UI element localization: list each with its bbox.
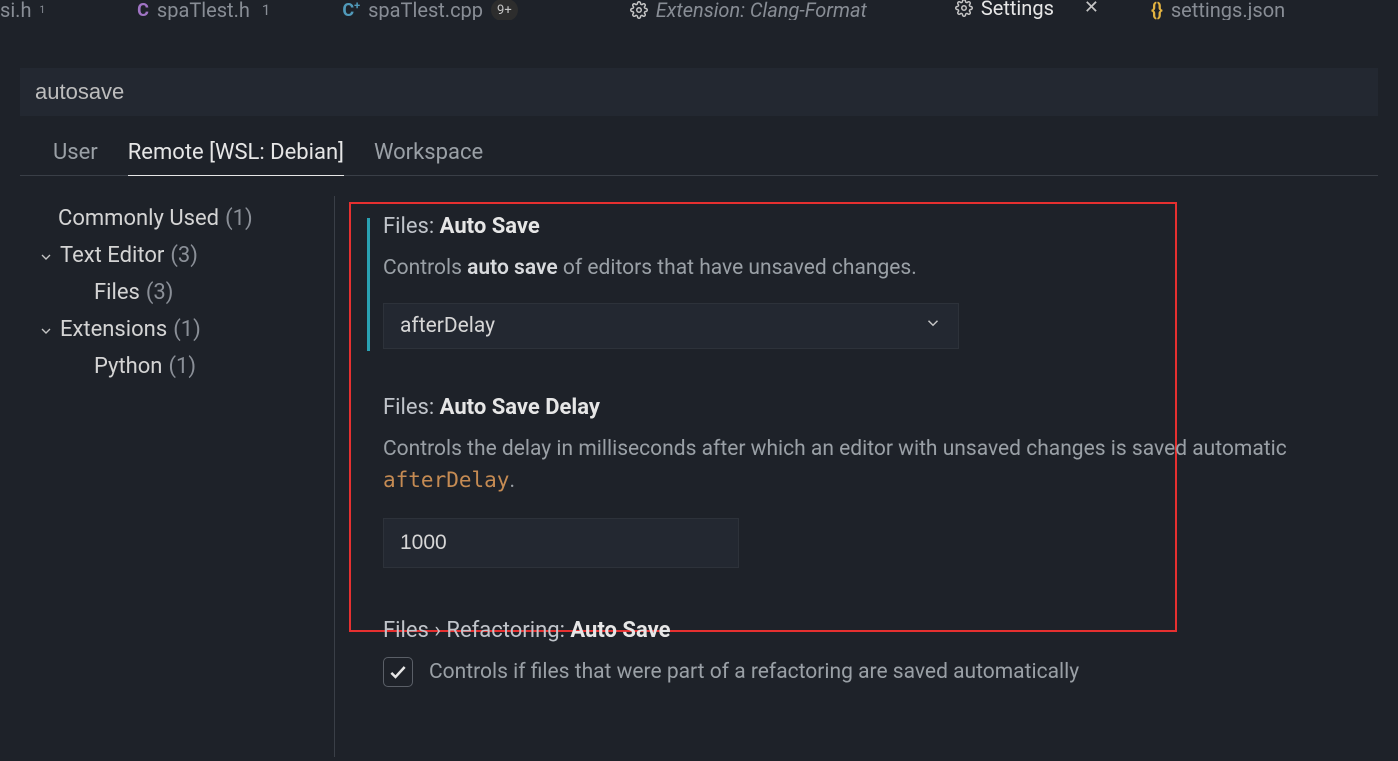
tab-badge: 9+ bbox=[491, 0, 518, 20]
tab-extension-clang-format[interactable]: Extension: Clang-Format bbox=[614, 0, 883, 20]
select-value: afterDelay bbox=[400, 314, 495, 338]
tab-label: Settings bbox=[981, 0, 1054, 20]
scope-tab-remote[interactable]: Remote [WSL: Debian] bbox=[128, 140, 344, 176]
desc-code: afterDelay bbox=[383, 468, 509, 492]
outline-label: Commonly Used bbox=[58, 206, 219, 231]
setting-refactoring-auto-save: Files › Refactoring: Auto Save Controls … bbox=[349, 588, 1398, 707]
gear-icon bbox=[955, 0, 973, 17]
desc-keyword: auto save bbox=[467, 256, 558, 280]
auto-save-delay-input[interactable] bbox=[383, 518, 739, 568]
outline-count: (1) bbox=[225, 206, 253, 231]
outline-count: (1) bbox=[168, 354, 196, 379]
tab-partial-leading[interactable]: si.h 1 bbox=[0, 0, 61, 20]
setting-title-prefix: Files: bbox=[383, 214, 440, 239]
editor-tabstrip: si.h 1 C spaTlest.h 1 C+ spaTlest.cpp 9+… bbox=[0, 0, 1398, 30]
settings-search-input[interactable] bbox=[35, 79, 1363, 105]
setting-title-strong: Auto Save bbox=[570, 618, 670, 643]
tab-label: si.h bbox=[0, 0, 31, 20]
scope-tab-workspace[interactable]: Workspace bbox=[374, 140, 483, 175]
close-icon[interactable]: ✕ bbox=[1084, 0, 1099, 18]
chevron-down-icon bbox=[38, 249, 54, 265]
outline-extensions[interactable]: Extensions (1) bbox=[38, 311, 334, 348]
gear-icon bbox=[630, 1, 648, 19]
desc-line1: Controls the delay in milliseconds after… bbox=[383, 437, 1287, 461]
setting-files-auto-save-delay: Files: Auto Save Delay Controls the dela… bbox=[349, 369, 1398, 588]
c-header-icon: C bbox=[137, 0, 149, 20]
tab-label: spaTlest.h bbox=[157, 0, 250, 20]
cpp-icon: C+ bbox=[342, 0, 360, 20]
tab-settings-json[interactable]: {} settings.json bbox=[1135, 0, 1301, 20]
tab-spatlest-h[interactable]: C spaTlest.h 1 bbox=[121, 0, 286, 20]
settings-body: Commonly Used (1) Text Editor (3) Files … bbox=[0, 196, 1398, 757]
outline-count: (3) bbox=[170, 243, 198, 268]
desc-suffix: . bbox=[509, 469, 515, 493]
refactor-auto-save-checkbox[interactable] bbox=[383, 657, 413, 687]
outline-count: (1) bbox=[173, 317, 201, 342]
tab-label: Extension: Clang-Format bbox=[656, 0, 867, 20]
tab-settings[interactable]: Settings ✕ bbox=[943, 0, 1111, 20]
tab-label: settings.json bbox=[1171, 0, 1285, 20]
outline-text-editor[interactable]: Text Editor (3) bbox=[38, 237, 334, 274]
outline-python[interactable]: Python (1) bbox=[38, 348, 334, 385]
tab-label: spaTlest.cpp bbox=[368, 0, 483, 20]
tab-spatlest-cpp[interactable]: C+ spaTlest.cpp 9+ bbox=[326, 0, 533, 20]
outline-commonly-used[interactable]: Commonly Used (1) bbox=[38, 200, 334, 237]
auto-save-select[interactable]: afterDelay bbox=[383, 303, 959, 349]
tab-badge: 1 bbox=[39, 5, 45, 16]
chevron-down-icon bbox=[38, 323, 54, 339]
setting-files-auto-save: Files: Auto Save Controls auto save of e… bbox=[349, 196, 1398, 369]
setting-checkbox-row: Controls if files that were part of a re… bbox=[383, 657, 1398, 687]
setting-title-strong: Auto Save Delay bbox=[440, 395, 600, 420]
desc-pre: Controls bbox=[383, 256, 467, 280]
outline-label: Files bbox=[94, 280, 140, 305]
setting-title-prefix: Files: bbox=[383, 395, 440, 420]
check-icon bbox=[388, 662, 408, 682]
outline-files[interactable]: Files (3) bbox=[38, 274, 334, 311]
setting-description: Controls auto save of editors that have … bbox=[383, 253, 1398, 283]
setting-title: Files: Auto Save Delay bbox=[383, 395, 1398, 420]
setting-title-strong: Auto Save bbox=[440, 214, 540, 239]
scope-tab-user[interactable]: User bbox=[53, 140, 98, 175]
checkbox-label: Controls if files that were part of a re… bbox=[429, 660, 1079, 684]
outline-label: Python bbox=[94, 354, 162, 379]
outline-label: Extensions bbox=[60, 317, 167, 342]
desc-post: of editors that have unsaved changes. bbox=[558, 256, 917, 280]
braces-icon: {} bbox=[1151, 0, 1163, 20]
tabs-row: si.h 1 C spaTlest.h 1 C+ spaTlest.cpp 9+… bbox=[0, 0, 1398, 20]
settings-list: Files: Auto Save Controls auto save of e… bbox=[335, 196, 1398, 757]
settings-scope-tabs: User Remote [WSL: Debian] Workspace bbox=[20, 116, 1378, 176]
setting-title-prefix: Files › Refactoring: bbox=[383, 618, 570, 643]
settings-outline: Commonly Used (1) Text Editor (3) Files … bbox=[0, 196, 335, 757]
setting-title: Files › Refactoring: Auto Save bbox=[383, 618, 1398, 643]
tab-badge: 1 bbox=[262, 1, 270, 19]
setting-title: Files: Auto Save bbox=[383, 214, 1398, 239]
outline-label: Text Editor bbox=[60, 243, 164, 268]
chevron-down-icon bbox=[924, 314, 942, 338]
outline-count: (3) bbox=[146, 280, 174, 305]
settings-search[interactable] bbox=[20, 68, 1378, 116]
setting-description: Controls the delay in milliseconds after… bbox=[383, 434, 1398, 496]
